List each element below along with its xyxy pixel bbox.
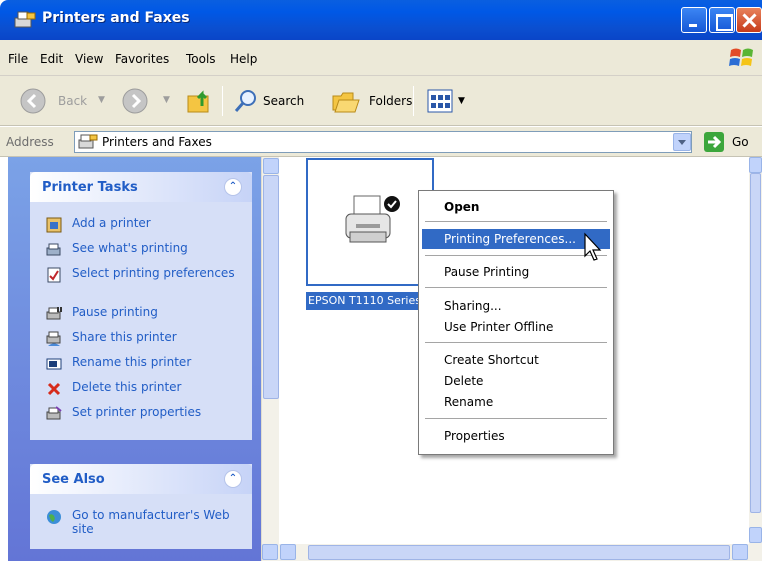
menu-bar: File Edit View Favorites Tools Help: [0, 40, 762, 76]
folders-icon[interactable]: [331, 88, 361, 114]
printer-tasks-header[interactable]: Printer Tasks ⌃: [30, 172, 252, 202]
scroll-thumb[interactable]: [263, 175, 279, 399]
task-label: Pause printing: [72, 305, 158, 319]
forward-arrow-icon[interactable]: [122, 88, 148, 114]
print-queue-icon: [46, 243, 61, 256]
toolbar-separator: [222, 86, 223, 116]
menu-help[interactable]: Help: [230, 52, 257, 66]
explorer-window: Printers and Faxes File Edit View Favori…: [0, 0, 762, 561]
address-dropdown-button[interactable]: [673, 133, 691, 151]
menu-edit[interactable]: Edit: [40, 52, 63, 66]
scroll-thumb[interactable]: [308, 545, 730, 560]
folders-button[interactable]: Folders: [369, 94, 412, 108]
menu-view[interactable]: View: [75, 52, 103, 66]
printers-folder-icon: [14, 11, 36, 28]
collapse-chevron-icon[interactable]: ⌃: [224, 470, 242, 488]
delete-icon: [47, 382, 61, 396]
task-label: Rename this printer: [72, 355, 192, 369]
task-label: Select printing preferences: [72, 266, 235, 280]
see-also-title: See Also: [42, 472, 105, 487]
title-bar[interactable]: Printers and Faxes: [0, 0, 762, 40]
collapse-chevron-icon[interactable]: ⌃: [224, 178, 242, 196]
share-printer-icon: [46, 331, 61, 346]
printer-address-icon: [78, 134, 98, 149]
scroll-down-button[interactable]: [749, 527, 762, 543]
globe-icon: [47, 510, 61, 524]
ctx-sharing[interactable]: Sharing...: [422, 296, 610, 316]
printer-name-label[interactable]: EPSON T1110 Series: [306, 292, 418, 310]
printer-tasks-title: Printer Tasks: [42, 180, 138, 195]
address-value: Printers and Faxes: [102, 135, 212, 149]
see-also-panel: See Also ⌃ Go to manufacturer's Web site: [30, 464, 252, 549]
window-title: Printers and Faxes: [42, 10, 190, 26]
search-icon[interactable]: [233, 88, 259, 114]
menu-separator: [425, 342, 607, 343]
printer-properties-icon: [46, 406, 62, 420]
content-horizontal-scrollbar[interactable]: [262, 544, 762, 561]
address-bar: Address Printers and Faxes Go: [0, 127, 762, 157]
forward-dropdown-icon[interactable]: ▼: [163, 95, 170, 105]
up-folder-icon[interactable]: [186, 88, 214, 114]
views-dropdown-icon[interactable]: ▼: [458, 96, 465, 106]
printer-icon-tile[interactable]: [306, 158, 434, 286]
minimize-button[interactable]: [681, 7, 707, 33]
task-pane: Printer Tasks ⌃ Add a printer See what's…: [8, 157, 261, 561]
menu-file[interactable]: File: [8, 52, 28, 66]
views-icon[interactable]: [427, 89, 453, 113]
scroll-thumb[interactable]: [750, 173, 761, 513]
back-arrow-icon[interactable]: [20, 88, 46, 114]
task-label: Go to manufacturer's Web site: [72, 508, 230, 536]
windows-logo-icon: [729, 48, 753, 66]
back-dropdown-icon[interactable]: ▼: [98, 95, 105, 105]
menu-favorites[interactable]: Favorites: [115, 52, 169, 66]
ctx-delete[interactable]: Delete: [422, 371, 610, 391]
task-label: Share this printer: [72, 330, 177, 344]
mouse-pointer-icon: [584, 232, 602, 261]
printer-tasks-panel: Printer Tasks ⌃ Add a printer See what's…: [30, 172, 252, 440]
ctx-pause-printing[interactable]: Pause Printing: [422, 262, 610, 282]
menu-separator: [425, 287, 607, 288]
rename-printer-icon: [46, 358, 62, 370]
task-label: Delete this printer: [72, 380, 182, 394]
address-label: Address: [6, 135, 54, 149]
menu-tools[interactable]: Tools: [186, 52, 216, 66]
ctx-open[interactable]: Open: [422, 197, 610, 217]
printer-icon: [345, 195, 400, 243]
pause-printer-icon: [46, 307, 62, 320]
ctx-use-offline[interactable]: Use Printer Offline: [422, 317, 610, 337]
scroll-up-button[interactable]: [749, 157, 762, 173]
close-button[interactable]: [736, 7, 762, 33]
toolbar: Back ▼ ▼ Search Folders ▼: [0, 76, 762, 126]
ctx-rename[interactable]: Rename: [422, 392, 610, 412]
toolbar-separator: [413, 86, 414, 116]
preferences-icon: [47, 267, 61, 283]
menu-separator: [425, 418, 607, 419]
ctx-printing-preferences[interactable]: Printing Preferences...: [422, 229, 610, 249]
task-label: Set printer properties: [72, 405, 202, 419]
maximize-button[interactable]: [709, 7, 735, 33]
go-button[interactable]: Go: [732, 135, 749, 149]
scroll-up-button[interactable]: [263, 158, 279, 174]
scroll-left-button[interactable]: [262, 544, 278, 560]
task-label: See what's printing: [72, 241, 188, 255]
ctx-properties[interactable]: Properties: [422, 426, 610, 446]
scroll-right-button[interactable]: [732, 544, 748, 560]
task-pane-scrollbar[interactable]: [261, 157, 279, 561]
go-arrow-icon[interactable]: [704, 132, 724, 152]
add-printer-icon: [46, 217, 62, 233]
search-button[interactable]: Search: [263, 94, 304, 108]
context-menu: Open Printing Preferences... Pause Print…: [418, 190, 614, 455]
menu-separator: [425, 221, 607, 222]
see-also-header[interactable]: See Also ⌃: [30, 464, 252, 494]
ctx-create-shortcut[interactable]: Create Shortcut: [422, 350, 610, 370]
scroll-left-button[interactable]: [280, 544, 296, 560]
task-label: Add a printer: [72, 216, 151, 230]
content-vertical-scrollbar[interactable]: [749, 157, 762, 544]
back-button[interactable]: Back: [58, 94, 87, 108]
menu-separator: [425, 255, 607, 256]
